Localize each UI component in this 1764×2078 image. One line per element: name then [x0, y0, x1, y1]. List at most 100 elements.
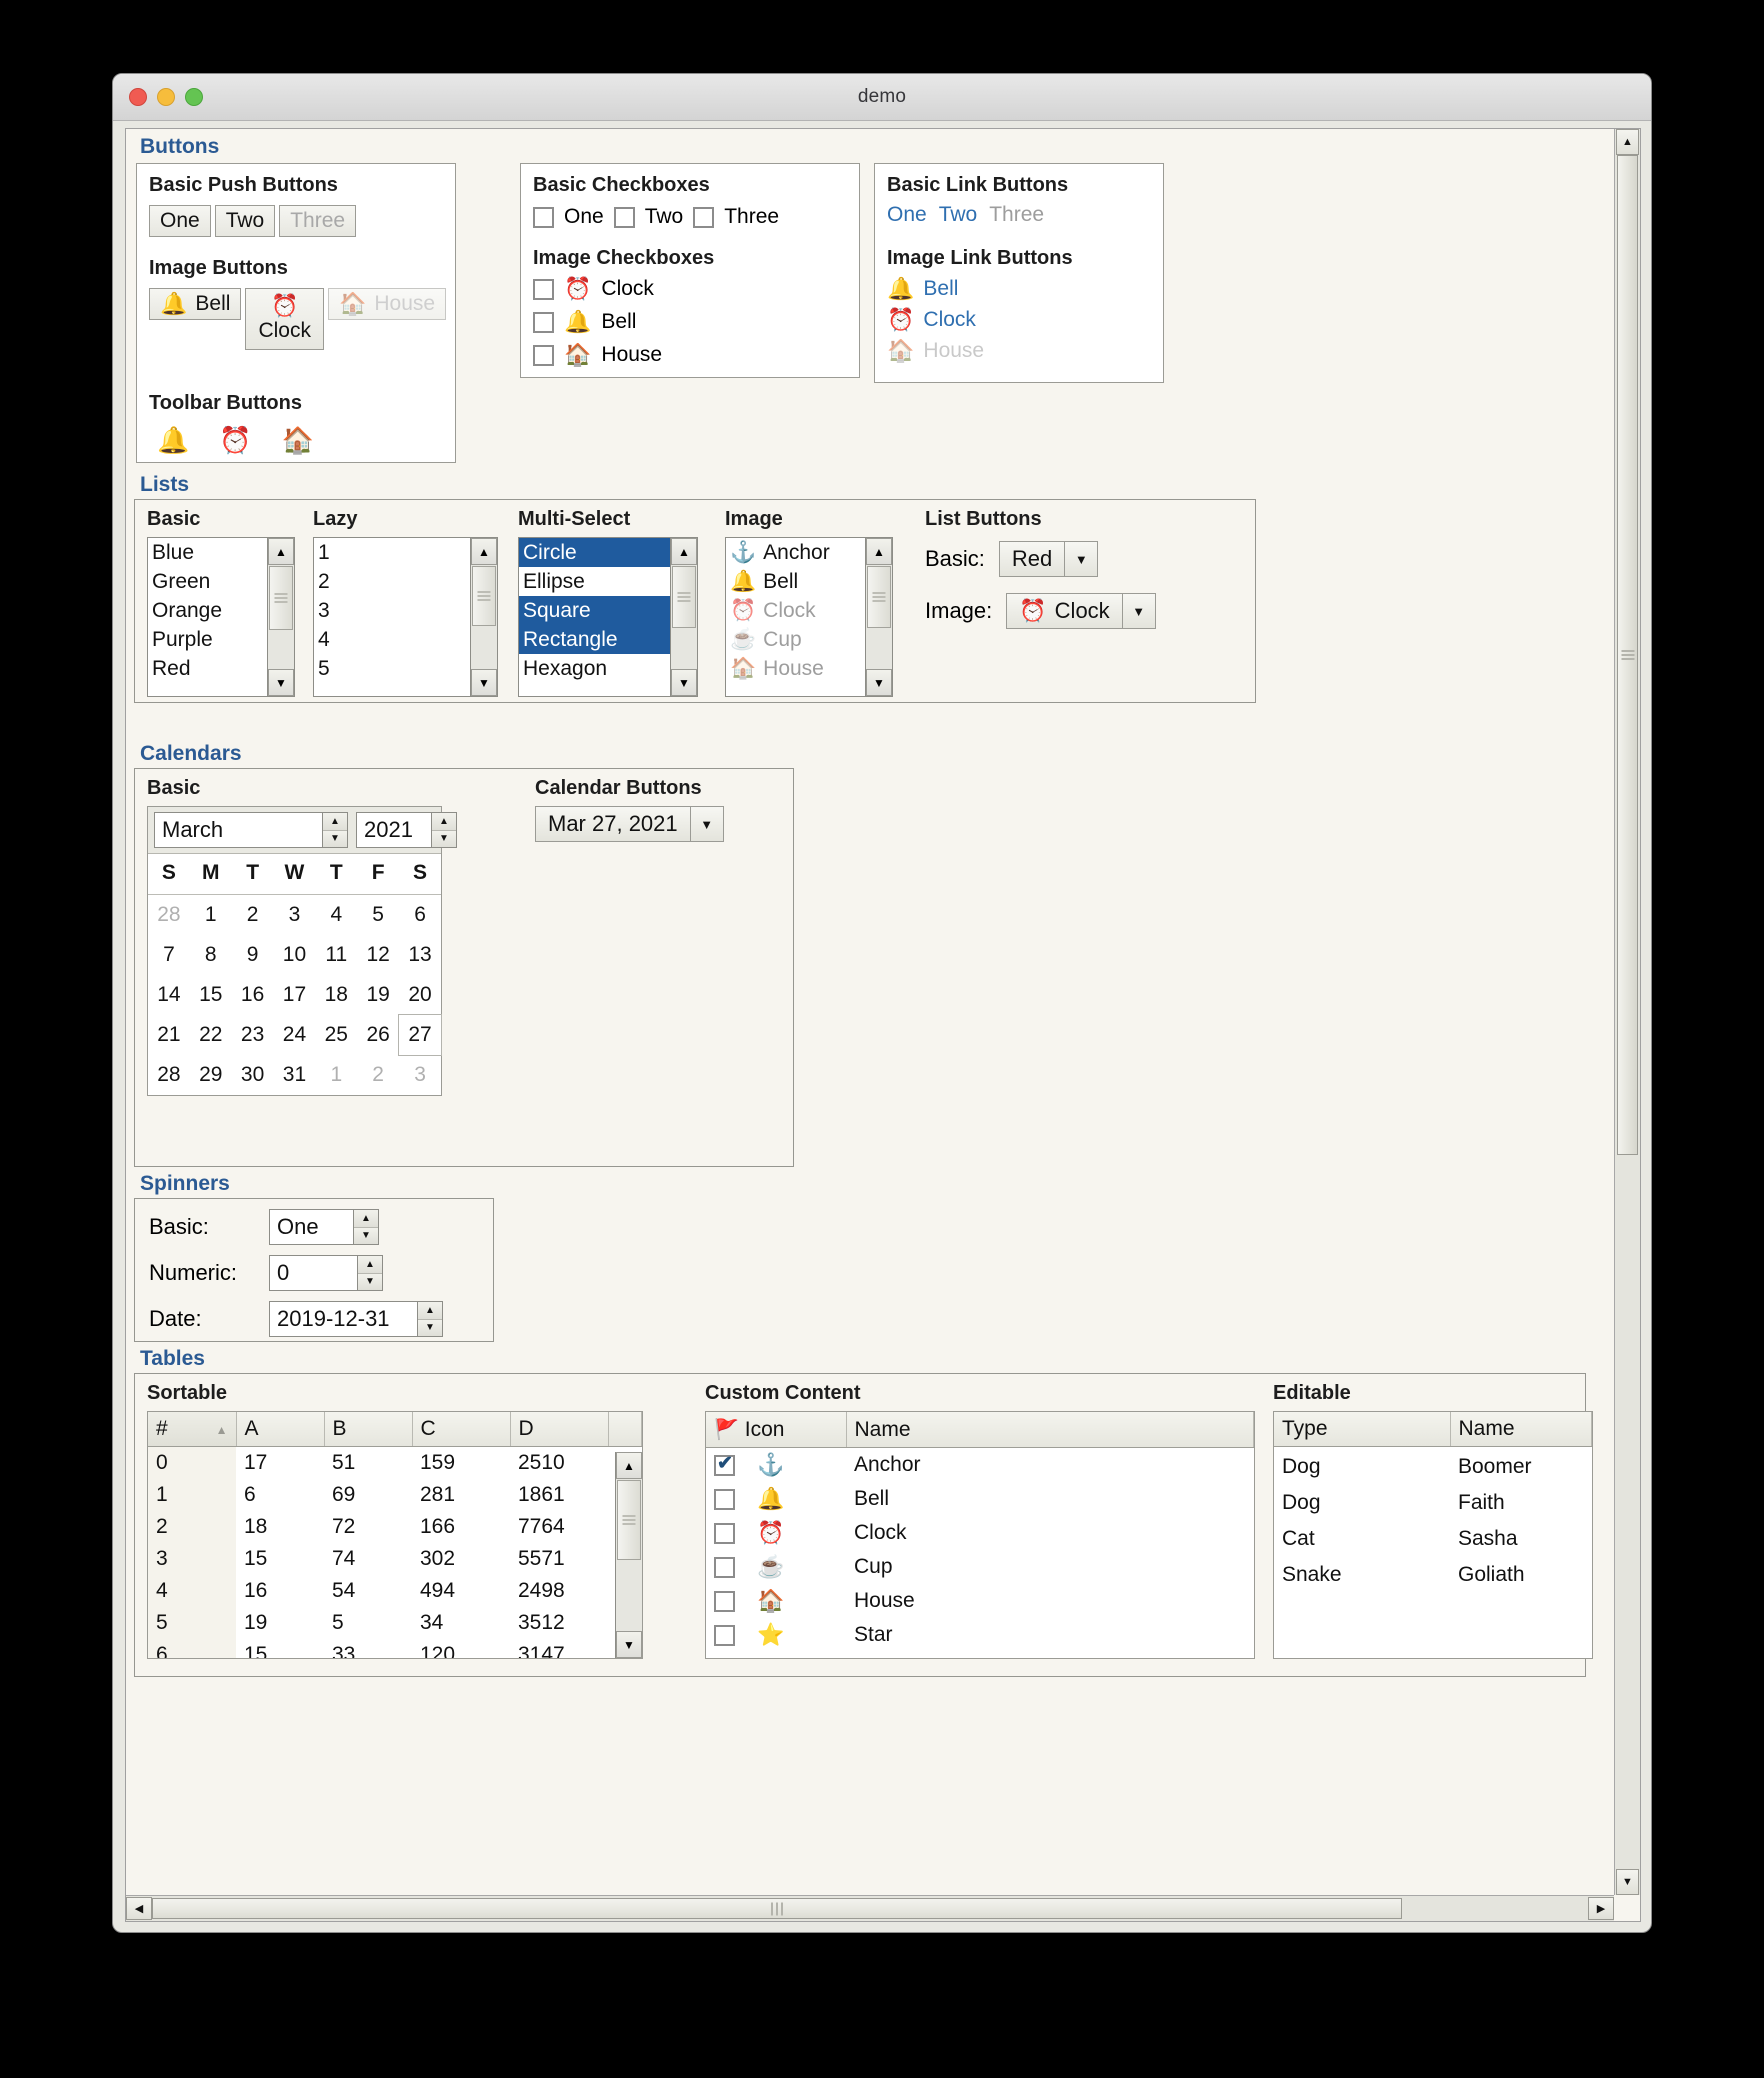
chevron-down-icon[interactable]: ▼	[689, 806, 724, 842]
table-row[interactable]: ☕ Cup	[706, 1550, 1254, 1584]
basic-spinner-arrows[interactable]: ▲ ▼	[353, 1209, 379, 1245]
calendar-day[interactable]: 7	[148, 935, 190, 975]
sortable-table-scrollbar[interactable]: ▲ ▼	[615, 1452, 642, 1658]
window-titlebar[interactable]: demo	[113, 74, 1651, 121]
table-row[interactable]: 🔔 Bell	[706, 1482, 1254, 1516]
maximize-button[interactable]	[185, 88, 203, 106]
sortable-table[interactable]: # ▲ A B C D 0 17 51 159 2510 1 6 69 281 …	[147, 1411, 643, 1659]
toolbar-house-icon[interactable]: 🏠	[282, 425, 314, 456]
table-row[interactable]: 6 15 33 120 3147	[148, 1639, 642, 1658]
horizontal-scroll-thumb[interactable]	[152, 1898, 1402, 1919]
close-button[interactable]	[129, 88, 147, 106]
lazy-list-scrollbar[interactable]: ▲ ▼	[470, 538, 497, 696]
calendar-day[interactable]: 26	[357, 1015, 399, 1055]
checkbox-one[interactable]	[533, 206, 554, 228]
scroll-thumb[interactable]	[672, 566, 696, 628]
scroll-down-icon[interactable]: ▼	[616, 1631, 642, 1658]
scroll-up-icon[interactable]: ▲	[268, 538, 294, 565]
column-header-c[interactable]: C	[412, 1412, 511, 1447]
year-spinner[interactable]: 2021 ▲ ▼	[356, 812, 457, 848]
scroll-down-icon[interactable]: ▼	[866, 669, 892, 696]
calendar-day[interactable]: 24	[274, 1015, 316, 1055]
calendar-day[interactable]: 13	[399, 935, 441, 975]
calendar-day[interactable]: 22	[190, 1015, 232, 1055]
calendar-day[interactable]: 30	[232, 1055, 274, 1095]
image-checkbox-bell[interactable]	[533, 311, 554, 333]
spinner-down-icon[interactable]: ▼	[418, 1319, 442, 1336]
push-button-one[interactable]: One	[149, 205, 211, 237]
cell-name[interactable]: Sasha	[1450, 1519, 1592, 1555]
table-row[interactable]: ⏰ Clock	[706, 1516, 1254, 1550]
calendar-day[interactable]: 14	[148, 975, 190, 1015]
image-link-clock[interactable]: Clock	[923, 308, 976, 332]
calendar-day[interactable]: 28	[148, 1055, 190, 1095]
cell-name[interactable]: Goliath	[1450, 1555, 1592, 1591]
calendar-day[interactable]: 8	[190, 935, 232, 975]
column-header-type[interactable]: Type	[1274, 1412, 1451, 1447]
scroll-down-icon[interactable]: ▼	[268, 669, 294, 696]
table-row[interactable]: Dog Faith	[1274, 1483, 1592, 1519]
cell-name[interactable]: Faith	[1450, 1483, 1592, 1519]
calendar-day[interactable]: 15	[190, 975, 232, 1015]
calendar-day[interactable]: 18	[315, 975, 357, 1015]
multiselect-listbox[interactable]: Circle Ellipse Square Rectangle Hexagon …	[518, 537, 698, 697]
checkbox-three[interactable]	[693, 206, 715, 228]
cell-type[interactable]: Cat	[1274, 1519, 1450, 1555]
image-link-bell[interactable]: Bell	[923, 277, 958, 301]
chevron-down-icon[interactable]: ▼	[1064, 541, 1099, 577]
month-spinner-arrows[interactable]: ▲ ▼	[322, 812, 348, 848]
column-header-index[interactable]: # ▲	[148, 1412, 237, 1447]
image-checkbox-clock[interactable]	[533, 278, 554, 300]
table-row[interactable]: 5 19 5 34 3512	[148, 1607, 642, 1639]
spinner-up-icon[interactable]: ▲	[354, 1210, 378, 1228]
spinner-up-icon[interactable]: ▲	[432, 813, 456, 831]
scroll-up-icon[interactable]: ▲	[616, 1452, 642, 1479]
row-checkbox[interactable]	[714, 1452, 735, 1476]
calendar-day[interactable]: 31	[274, 1055, 316, 1095]
table-row[interactable]: ⭐ Star	[706, 1618, 1254, 1652]
numeric-spinner-arrows[interactable]: ▲ ▼	[357, 1255, 383, 1291]
scroll-thumb[interactable]	[617, 1480, 641, 1560]
spinner-down-icon[interactable]: ▼	[358, 1273, 382, 1290]
calendar-day[interactable]: 19	[357, 975, 399, 1015]
cell-type[interactable]: Dog	[1274, 1483, 1450, 1519]
calendar-date-combo[interactable]: Mar 27, 2021 ▼	[535, 806, 724, 842]
image-checkbox-house[interactable]	[533, 344, 554, 366]
column-header-name[interactable]: Name	[846, 1412, 1254, 1448]
link-button-one[interactable]: One	[887, 203, 927, 227]
calendar-day-selected[interactable]: 27	[398, 1014, 442, 1056]
row-checkbox[interactable]	[714, 1624, 735, 1646]
row-checkbox[interactable]	[714, 1488, 735, 1510]
spinner-down-icon[interactable]: ▼	[323, 830, 347, 847]
spinner-up-icon[interactable]: ▲	[358, 1256, 382, 1274]
date-spinner-value[interactable]: 2019-12-31	[269, 1301, 417, 1337]
calendar-day[interactable]: 17	[274, 975, 316, 1015]
calendar-day[interactable]: 4	[315, 895, 357, 936]
date-spinner[interactable]: 2019-12-31 ▲ ▼	[269, 1301, 443, 1337]
table-row[interactable]: Dog Boomer	[1274, 1447, 1592, 1484]
spinner-down-icon[interactable]: ▼	[432, 830, 456, 847]
table-row[interactable]: Snake Goliath	[1274, 1555, 1592, 1591]
vertical-scroll-thumb[interactable]	[1617, 155, 1638, 1155]
row-checkbox[interactable]	[714, 1522, 735, 1544]
cell-type[interactable]: Dog	[1274, 1447, 1450, 1484]
date-spinner-arrows[interactable]: ▲ ▼	[417, 1301, 443, 1337]
checkbox-two[interactable]	[613, 206, 635, 228]
calendar-day[interactable]: 12	[357, 935, 399, 975]
scroll-down-icon[interactable]: ▼	[1616, 1869, 1639, 1895]
basic-spinner-value[interactable]: One	[269, 1209, 353, 1245]
table-row[interactable]: 4 16 54 494 2498	[148, 1575, 642, 1607]
lazy-listbox[interactable]: 1 2 3 4 5 ▲ ▼	[313, 537, 498, 697]
calendar-day[interactable]: 23	[232, 1015, 274, 1055]
scroll-up-icon[interactable]: ▲	[671, 538, 697, 565]
toolbar-bell-icon[interactable]: 🔔	[157, 425, 189, 456]
basic-list-combo[interactable]: Red ▼	[998, 541, 1099, 577]
basic-list-scrollbar[interactable]: ▲ ▼	[267, 538, 294, 696]
scroll-up-icon[interactable]: ▲	[471, 538, 497, 565]
month-spinner[interactable]: March ▲ ▼	[154, 812, 348, 848]
calendar-day[interactable]: 28	[148, 895, 190, 936]
column-header-name[interactable]: Name	[1450, 1412, 1592, 1447]
scroll-thumb[interactable]	[472, 566, 496, 626]
column-header-d[interactable]: D	[510, 1412, 609, 1447]
image-button-bell[interactable]: 🔔 Bell	[149, 288, 242, 320]
